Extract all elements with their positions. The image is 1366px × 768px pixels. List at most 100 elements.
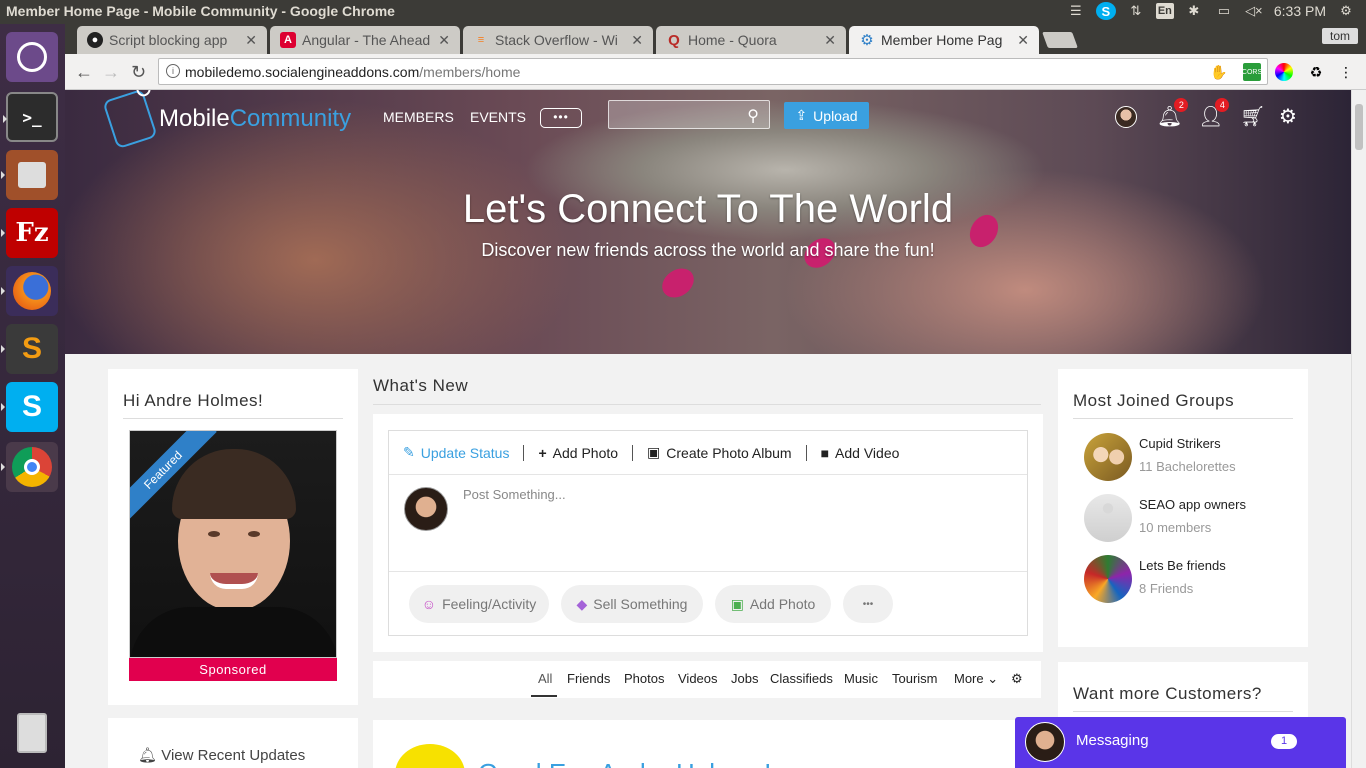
view-recent-updates-link[interactable]: 🔔︎ View Recent Updates [138,746,305,764]
extension-cors-icon[interactable]: CORS [1242,63,1262,81]
ubuntu-dash-icon[interactable] [6,32,58,82]
post-input[interactable]: Post Something... [463,487,566,502]
extension-paw-icon[interactable]: ✋ [1210,63,1228,81]
friend-request-badge: 4 [1215,98,1230,112]
active-filter-underline [531,695,557,697]
recent-updates-card: 🔔︎ View Recent Updates [108,718,358,768]
tab-angular[interactable]: A Angular - The Ahead ✕ [270,26,460,54]
search-input[interactable]: ⚲ [608,100,770,129]
tab-label: Stack Overflow - Wi [495,32,618,48]
close-icon[interactable]: ✕ [245,32,257,49]
notifications-bell-icon[interactable]: 🔔︎ 2 [1157,98,1189,129]
tab-stackoverflow[interactable]: ≡ Stack Overflow - Wi ✕ [463,26,653,54]
add-video-tab[interactable]: ■ Add Video [805,444,914,461]
close-icon[interactable]: ✕ [1017,32,1029,49]
group-name[interactable]: SEAO app owners [1139,497,1246,512]
upload-button[interactable]: ⇪ Upload [784,102,869,129]
friend-requests-icon[interactable]: 👤︎ 4 [1198,98,1230,129]
tab-github[interactable]: ● Script blocking app ✕ [77,26,267,54]
hero-title: Let's Connect To The World [462,187,954,231]
site-logo[interactable]: Mobile Community [102,90,351,150]
photo-body [130,607,336,657]
skype-icon[interactable]: S [1,382,58,432]
user-avatar[interactable] [1115,106,1137,128]
clock[interactable]: 6:33 PM [1274,3,1326,19]
extension-recycle-icon[interactable]: ♻ [1307,63,1325,81]
address-bar[interactable]: i mobiledemo.socialengineaddons.com/memb… [158,58,1268,85]
profile-photo[interactable]: Featured [129,430,337,658]
add-photo-tab[interactable]: + Add Photo [523,444,632,461]
feeling-activity-button[interactable]: ☺ Feeling/Activity [409,585,549,623]
settings-gear-icon[interactable]: ⚙ [1336,2,1356,20]
profile-button[interactable]: tom [1321,28,1358,44]
close-icon[interactable]: ✕ [824,32,836,49]
group-item[interactable]: Lets Be friends 8 Friends [1084,555,1304,605]
battery-icon[interactable]: ▭ [1214,2,1234,20]
messaging-bar[interactable]: Messaging 1 [1015,717,1346,768]
group-name[interactable]: Lets Be friends [1139,558,1226,573]
terminal-icon[interactable]: >_ [3,92,58,142]
volume-icon[interactable]: ◁× [1244,2,1264,20]
groups-title: Most Joined Groups [1073,391,1293,419]
back-icon[interactable]: ← [75,62,93,83]
filter-photos[interactable]: Photos [624,671,664,686]
upload-icon: ⇪ [795,107,808,123]
firefox-icon[interactable] [1,266,58,316]
composer-avatar [404,487,448,531]
nav-members[interactable]: MEMBERS [383,109,454,125]
filter-settings-gear-icon[interactable]: ⚙ [1011,671,1023,687]
filter-tourism[interactable]: Tourism [892,671,938,686]
filter-videos[interactable]: Videos [678,671,718,686]
filter-classifieds[interactable]: Classifieds [770,671,833,686]
trash-icon[interactable] [6,708,58,758]
add-photo-button[interactable]: ▣ Add Photo [715,585,831,623]
tab-member-home[interactable]: ⚙ Member Home Pag ✕ [849,26,1039,54]
group-avatar [1084,433,1132,481]
indicator-list-icon[interactable]: ☰ [1066,2,1086,20]
image-icon: ▣ [647,444,661,460]
plus-icon: + [538,444,547,461]
filter-jobs[interactable]: Jobs [731,671,758,686]
more-menu-button[interactable]: ••• [540,108,582,128]
create-album-tab[interactable]: ▣ Create Photo Album [632,444,806,461]
chrome-icon[interactable] [1,442,58,492]
filter-all[interactable]: All [538,671,552,686]
cart-icon[interactable]: 🛒︎ [1240,104,1265,129]
group-name[interactable]: Cupid Strikers [1139,436,1221,451]
group-item[interactable]: Cupid Strikers 11 Bachelorettes [1084,433,1304,483]
search-icon[interactable]: ⚲ [747,106,759,126]
tab-quora[interactable]: Q Home - Quora ✕ [656,26,846,54]
chrome-menu-icon[interactable]: ⋮ [1337,63,1355,81]
settings-gear-icon[interactable]: ⚙ [1279,104,1297,129]
reload-icon[interactable]: ↻ [131,62,146,83]
filter-music[interactable]: Music [844,671,878,686]
extension-colorpicker-icon[interactable] [1275,63,1293,81]
filter-more[interactable]: More ⌄ [954,671,998,687]
upload-label: Upload [813,107,858,124]
sponsored-badge: Sponsored [129,658,337,681]
info-icon[interactable]: i [166,64,180,78]
close-icon[interactable]: ✕ [438,32,450,49]
files-icon[interactable] [1,150,58,200]
new-tab-button[interactable] [1042,32,1078,48]
tab-label: Home - Quora [688,32,777,48]
nav-events[interactable]: EVENTS [470,109,526,125]
sublime-text-icon[interactable]: S [1,324,58,374]
update-status-tab[interactable]: ✎ Update Status [403,444,523,461]
page-scrollbar[interactable] [1351,90,1366,768]
sun-illustration [395,744,465,768]
filezilla-icon[interactable]: Fz [1,208,58,258]
scrollbar-thumb[interactable] [1355,104,1363,150]
more-options-button[interactable]: ••• [843,585,893,623]
skype-tray-icon[interactable]: S [1095,2,1116,20]
bluetooth-icon[interactable]: ✱ [1184,2,1204,20]
keyboard-layout[interactable]: En [1155,3,1174,19]
close-icon[interactable]: ✕ [631,32,643,49]
network-icon[interactable]: ⇅ [1126,2,1146,20]
sell-something-button[interactable]: ◆ Sell Something [561,585,703,623]
group-item[interactable]: SEAO app owners 10 members [1084,494,1304,544]
filter-friends[interactable]: Friends [567,671,610,686]
forward-icon[interactable]: → [102,62,120,83]
system-top-bar: Member Home Page - Mobile Community - Go… [0,0,1366,24]
tab-strip: ● Script blocking app ✕ A Angular - The … [65,24,1366,54]
